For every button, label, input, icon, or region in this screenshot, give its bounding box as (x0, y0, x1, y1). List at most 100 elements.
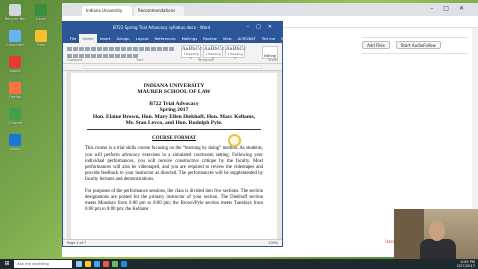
desktop-icon[interactable]: Word (4, 134, 26, 151)
divider (87, 129, 261, 131)
ribbon-tab[interactable]: View (220, 34, 235, 43)
course-line: Mr. Stan Levco, and Hon. Rudolph Pyle. (125, 120, 223, 127)
ribbon-group-labels: Clipboard Font Paragraph Styles (67, 58, 278, 62)
styles-gallery: AaBbCc 1 Heading 1 AaBbCc 1 Heading 2 AaBb… (181, 45, 246, 60)
ribbon-tab[interactable]: Home (79, 34, 97, 43)
app-icon (9, 30, 21, 42)
desktop-icon[interactable]: Chrome (4, 108, 26, 125)
ribbon-tool-icon[interactable] (121, 47, 126, 51)
document-page[interactable]: INDIANA UNIVERSITY MAURER SCHOOL OF LAW … (71, 73, 277, 239)
desktop-icon-label: Firefox (9, 95, 21, 99)
browser-toolbar: Add Files Start AudioFollow (362, 41, 441, 49)
app-icon (9, 56, 21, 68)
ribbon-tab[interactable]: Mailings (179, 34, 201, 43)
presenter-head (429, 221, 445, 241)
taskbar-app-icon[interactable] (121, 261, 127, 267)
ribbon-tool-icon[interactable] (109, 47, 114, 51)
ribbon-icon-group[interactable] (67, 46, 177, 58)
ribbon-tab[interactable]: Insert (97, 34, 114, 43)
ribbon-tool-icon[interactable] (115, 47, 120, 51)
horizontal-ruler (63, 64, 282, 71)
webcam-overlay (394, 209, 478, 259)
desktop-icon[interactable]: Adobe (4, 56, 26, 73)
desktop-icon-label: Adobe (9, 69, 21, 73)
taskbar-app-icon[interactable] (103, 261, 109, 267)
desktop-icon-label: Recycle Bin (4, 17, 26, 21)
taskbar-app-icon[interactable] (85, 261, 91, 267)
taskbar-app-icon[interactable] (94, 261, 100, 267)
ribbon-tab[interactable]: File (67, 34, 79, 43)
ribbon-tool-icon[interactable] (79, 47, 84, 51)
ribbon-tool-icon[interactable] (97, 47, 102, 51)
status-bar: Page 1 of 7 100% (63, 239, 282, 246)
desktop-icon-label: Computer (6, 43, 24, 47)
ribbon-tool-icon[interactable] (139, 47, 144, 51)
app-icon (9, 82, 21, 94)
ribbon-tool-icon[interactable] (91, 47, 96, 51)
ribbon-tab[interactable]: References (152, 34, 179, 43)
desktop-icon[interactable]: Excel (30, 4, 52, 21)
app-icon (35, 30, 47, 42)
zoom-level[interactable]: 100% (268, 241, 278, 245)
group-label: Styles (268, 58, 278, 62)
ribbon-tool-icon[interactable] (151, 47, 156, 51)
page-count: Page 1 of 7 (67, 241, 87, 245)
browser-tab[interactable]: Indiana University (82, 6, 132, 16)
search-input[interactable]: Ask me anything (14, 260, 72, 268)
windows-start-icon[interactable]: ⊞ (0, 259, 14, 269)
ribbon-tab[interactable]: Tell me (259, 34, 278, 43)
document-area: INDIANA UNIVERSITY MAURER SCHOOL OF LAW … (63, 71, 282, 239)
app-icon (9, 108, 21, 120)
desktop-icon[interactable]: Firefox (4, 82, 26, 99)
window-controls[interactable]: –□✕ (430, 5, 474, 12)
taskbar-app-icon[interactable] (112, 261, 118, 267)
group-label: Font (136, 58, 144, 62)
desktop-icon-label: Excel (36, 17, 46, 21)
ribbon-tabs: File Home Insert Design Layout References Mail… (63, 34, 292, 43)
taskbar-pinned (76, 261, 127, 267)
window-controls[interactable]: –□✕ (247, 24, 279, 30)
ribbon-tool-icon[interactable] (163, 47, 168, 51)
paragraph: This course is a trial skills course foc… (85, 146, 263, 183)
ribbon-tool-icon[interactable] (103, 47, 108, 51)
ribbon-tab[interactable]: Design (113, 34, 132, 43)
app-icon (9, 4, 21, 16)
ribbon-tool-icon[interactable] (133, 47, 138, 51)
taskbar-app-icon[interactable] (76, 261, 82, 267)
desktop-icon[interactable]: Recycle Bin (4, 4, 26, 21)
add-files-button[interactable]: Add Files (362, 41, 390, 49)
group-label: Clipboard (67, 58, 83, 62)
start-audio-button[interactable]: Start AudioFollow (395, 41, 441, 49)
desktop-icon-label: Files (37, 43, 45, 47)
ribbon-tab[interactable]: Share (278, 34, 295, 43)
window-title: B722 Spring Trial Advocacy syllabus.docx… (113, 25, 211, 30)
system-tray-clock[interactable]: 4:59 PM 2/27/2017 (457, 260, 475, 268)
ribbon-tool-icon[interactable] (169, 47, 174, 51)
ribbon-tab[interactable]: Layout (133, 34, 152, 43)
divider (362, 53, 468, 54)
browser-tab-strip: Indiana University Recommendations –□✕ (62, 3, 478, 16)
desktop-icon-label: Word (10, 147, 20, 151)
paragraph: For purposes of the performance sessions… (85, 188, 263, 213)
word-title-bar: B722 Spring Trial Advocacy syllabus.docx… (63, 22, 282, 34)
divider (362, 37, 468, 38)
desktop-icon[interactable]: Files (30, 30, 52, 47)
desktop-icon[interactable]: Computer (4, 30, 26, 47)
ribbon-tool-icon[interactable] (157, 47, 162, 51)
ribbon-tab[interactable]: ACROBAT (235, 34, 259, 43)
style-heading-2[interactable]: AaBbCc 1 Heading 2 (203, 45, 224, 60)
style-heading-3[interactable]: AaBbCc 1 Heading 3 (225, 45, 246, 60)
cursor-highlight (228, 134, 241, 147)
ribbon-tool-icon[interactable] (127, 47, 132, 51)
ribbon-tool-icon[interactable] (145, 47, 150, 51)
ribbon-tab[interactable]: Review (200, 34, 220, 43)
word-window: B722 Spring Trial Advocacy syllabus.docx… (62, 21, 292, 247)
ribbon-tool-icon[interactable] (85, 47, 90, 51)
ribbon: AaBbCc 1 Heading 1 AaBbCc 1 Heading 2 AaBb… (63, 43, 282, 64)
desktop-icon-label: Chrome (7, 121, 23, 125)
browser-tab[interactable]: Recommendations (134, 6, 184, 16)
style-heading-1[interactable]: AaBbCc 1 Heading 1 (181, 45, 202, 60)
group-label: Paragraph (197, 58, 215, 62)
ribbon-tool-icon[interactable] (67, 47, 72, 51)
ribbon-tool-icon[interactable] (73, 47, 78, 51)
